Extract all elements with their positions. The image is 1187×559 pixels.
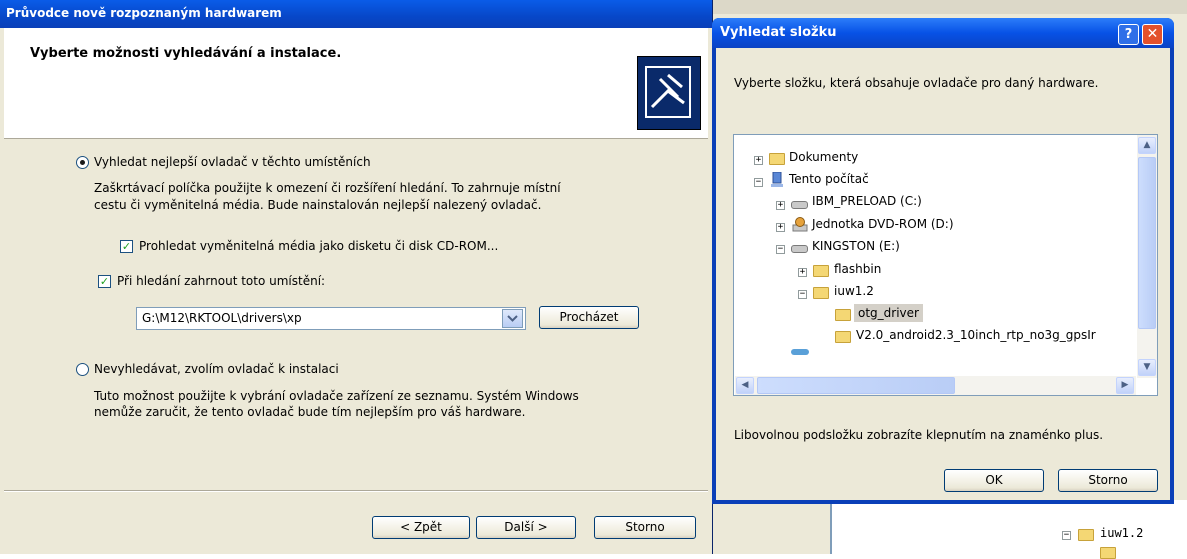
folder-tree[interactable]: + Dokumenty − Tento počítač + IBM_PRELOA… — [733, 134, 1158, 396]
next-button[interactable]: Další > — [476, 516, 576, 539]
dialog-hint: Libovolnou podsložku zobrazíte klepnutím… — [734, 428, 1104, 442]
drive-icon — [791, 201, 808, 209]
folder-icon — [813, 265, 829, 277]
manual-option-description-2: nemůže zaručit, že tento ovladač bude tí… — [94, 405, 526, 419]
dvd-drive-icon — [792, 217, 808, 232]
back-button[interactable]: < Zpět — [372, 516, 470, 539]
tree-item-tento-pocitac[interactable]: Tento počítač — [789, 170, 869, 188]
background-left-pane — [705, 500, 832, 554]
manual-option-description: Tuto možnost použijte k vybrání ovladače… — [94, 389, 579, 403]
tree-item-iuw[interactable]: iuw1.2 — [834, 282, 874, 300]
background-expander[interactable]: − — [1062, 531, 1071, 540]
wizard-header — [4, 28, 708, 139]
scroll-right-icon[interactable]: ▶ — [1116, 377, 1134, 394]
dialog-cancel-button[interactable]: Storno — [1058, 469, 1158, 492]
expand-icon[interactable]: + — [754, 156, 763, 165]
folder-icon — [835, 331, 851, 343]
location-path-value[interactable]: G:\M12\RKTOOL\drivers\xp — [142, 311, 302, 325]
tree-item-v2-android[interactable]: V2.0_android2.3_10inch_rtp_no3g_gpsIr — [856, 326, 1096, 344]
drive-icon — [791, 245, 808, 253]
tree-item-otg-driver[interactable]: otg_driver — [854, 304, 923, 322]
search-option-description-2: cestu či vyměnitelná média. Bude nainsta… — [94, 198, 542, 212]
include-location-checkbox[interactable]: ✓ — [98, 275, 111, 288]
tree-item-flashbin[interactable]: flashbin — [834, 260, 881, 278]
search-option-description: Zaškrtávací políčka použijte k omezení č… — [94, 181, 561, 195]
expand-icon[interactable]: + — [798, 268, 807, 277]
hardware-icon — [637, 56, 701, 130]
folder-icon — [769, 153, 785, 165]
removable-media-checkbox[interactable]: ✓ — [120, 240, 133, 253]
collapse-icon[interactable]: − — [754, 178, 763, 187]
wizard-title-bar[interactable]: Průvodce nově rozpoznaným hardwarem — [0, 0, 712, 28]
background-tree-pane: − iuw1.2 — [832, 500, 1187, 559]
expand-icon[interactable]: + — [776, 201, 785, 210]
vertical-scrollbar[interactable]: ▲ ▼ — [1137, 135, 1157, 378]
search-best-driver-label[interactable]: Vyhledat nejlepší ovladač v těchto umíst… — [94, 155, 371, 169]
collapse-icon[interactable]: − — [798, 290, 807, 299]
ok-button[interactable]: OK — [944, 469, 1044, 492]
computer-icon — [770, 171, 784, 187]
dialog-title-bar[interactable]: Vyhledat složku — [712, 18, 1174, 48]
horizontal-scrollbar[interactable]: ◀ ▶ — [735, 376, 1136, 395]
tree-item-dokumenty[interactable]: Dokumenty — [789, 148, 858, 166]
include-location-label[interactable]: Při hledání zahrnout toto umístění: — [117, 274, 325, 288]
tree-item-dvd-rom[interactable]: Jednotka DVD-ROM (D:) — [812, 215, 954, 233]
wizard-separator — [4, 490, 708, 492]
manual-driver-label[interactable]: Nevyhledávat, zvolím ovladač k instalaci — [94, 362, 339, 376]
folder-icon — [813, 287, 829, 299]
open-folder-icon — [835, 309, 851, 321]
browse-button[interactable]: Procházet — [539, 306, 639, 329]
scroll-down-icon[interactable]: ▼ — [1138, 359, 1156, 376]
background-tree-item[interactable]: iuw1.2 — [1100, 526, 1143, 540]
scroll-left-icon[interactable]: ◀ — [736, 377, 754, 394]
dialog-instruction: Vyberte složku, která obsahuje ovladače … — [734, 76, 1099, 90]
wizard-heading: Vyberte možnosti vyhledávání a instalace… — [30, 46, 342, 61]
manual-driver-radio[interactable] — [76, 363, 89, 376]
wizard-cancel-button[interactable]: Storno — [594, 516, 696, 539]
chevron-down-icon[interactable] — [502, 309, 523, 328]
expand-icon[interactable]: + — [776, 223, 785, 232]
close-icon[interactable]: ✕ — [1142, 24, 1163, 45]
search-best-driver-radio[interactable] — [76, 156, 89, 169]
tree-item-kingston[interactable]: KINGSTON (E:) — [812, 237, 900, 255]
horizontal-scroll-thumb[interactable] — [757, 377, 955, 394]
vertical-scroll-thumb[interactable] — [1138, 157, 1156, 329]
partial-tree-icon — [791, 349, 809, 355]
help-icon[interactable]: ? — [1118, 24, 1139, 45]
folder-icon — [1100, 547, 1116, 559]
background-window-top — [705, 0, 1187, 14]
removable-media-label[interactable]: Prohledat vyměnitelná média jako disketu… — [139, 239, 498, 253]
folder-icon — [1078, 529, 1094, 541]
tree-item-ibm-preload[interactable]: IBM_PRELOAD (C:) — [812, 192, 922, 210]
collapse-icon[interactable]: − — [776, 245, 785, 254]
scroll-up-icon[interactable]: ▲ — [1138, 137, 1156, 154]
